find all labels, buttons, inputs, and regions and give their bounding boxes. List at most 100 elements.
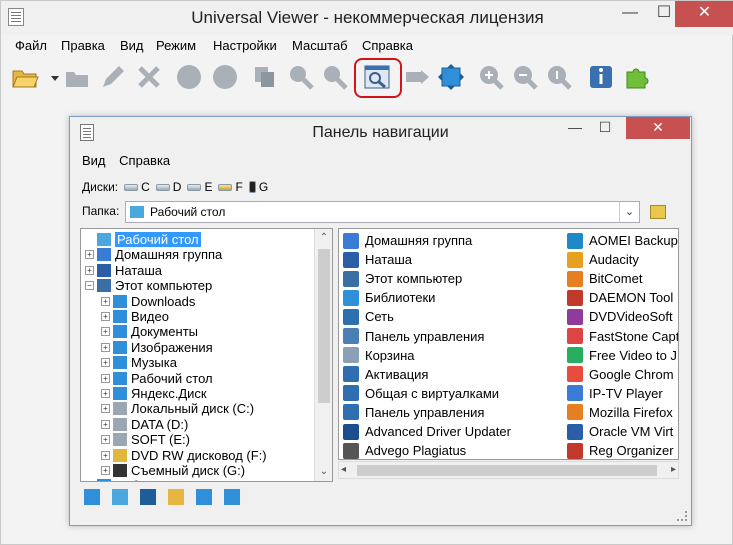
disk-c[interactable]: C: [124, 180, 150, 194]
disk-g[interactable]: G: [248, 180, 268, 194]
expand-toggle-icon[interactable]: −: [85, 281, 94, 291]
file-item[interactable]: BitComet: [567, 269, 642, 288]
menu-file[interactable]: Файл: [15, 38, 47, 53]
tree-item[interactable]: + Съемный диск (G:): [101, 463, 245, 478]
nav-menu-help[interactable]: Справка: [119, 153, 170, 168]
menu-settings[interactable]: Настройки: [213, 38, 277, 53]
disk-d[interactable]: D: [155, 180, 181, 194]
file-item[interactable]: Mozilla Firefox: [567, 403, 673, 422]
chevron-down-icon[interactable]: ⌄: [619, 202, 639, 222]
expand-toggle-icon[interactable]: +: [101, 435, 110, 445]
expand-toggle-icon[interactable]: +: [101, 450, 110, 460]
expand-toggle-icon[interactable]: +: [101, 358, 110, 368]
expand-toggle-icon[interactable]: +: [101, 404, 110, 414]
file-item[interactable]: Reg Organizer: [567, 441, 674, 459]
expand-toggle-icon[interactable]: +: [85, 481, 94, 482]
tree-item[interactable]: + SOFT (E:): [101, 432, 190, 447]
expand-toggle-icon[interactable]: +: [101, 389, 110, 398]
zoom-original-icon[interactable]: [545, 63, 573, 91]
file-item[interactable]: Free Video to J: [567, 346, 677, 365]
expand-toggle-icon[interactable]: +: [85, 250, 94, 260]
folder-open-icon[interactable]: [63, 63, 91, 91]
tree-item[interactable]: + Изображения: [101, 340, 213, 355]
nav-minimize-button[interactable]: —: [560, 117, 590, 139]
fit-window-icon[interactable]: [437, 63, 465, 91]
file-item[interactable]: Активация: [343, 365, 428, 384]
scroll-thumb[interactable]: [318, 249, 330, 403]
expand-toggle-icon[interactable]: +: [101, 312, 110, 321]
file-item[interactable]: Корзина: [343, 346, 415, 365]
edit-icon[interactable]: [99, 63, 127, 91]
file-item[interactable]: FastStone Capt: [567, 327, 678, 346]
zoom-out-icon[interactable]: [511, 63, 539, 91]
close-x-icon[interactable]: [135, 63, 163, 91]
folder-icon[interactable]: [112, 489, 128, 505]
folder-tree[interactable]: Рабочий стол + Домашняя группа + Наташа − Этот…: [80, 228, 333, 482]
navigation-panel-icon[interactable]: [363, 63, 391, 91]
disk-f[interactable]: F: [218, 180, 243, 194]
folder-icon[interactable]: [168, 489, 184, 505]
file-list[interactable]: Домашняя группа Наташа Этот компьютер Библи…: [338, 228, 679, 460]
file-item[interactable]: Advanced Driver Updater: [343, 422, 511, 441]
menu-scale[interactable]: Масштаб: [292, 38, 348, 53]
open-folder-icon[interactable]: [11, 63, 39, 91]
dropdown-arrow-icon[interactable]: [41, 63, 59, 91]
folder-icon[interactable]: [84, 489, 100, 505]
file-item[interactable]: Домашняя группа: [343, 231, 472, 250]
close-button[interactable]: ✕: [675, 1, 733, 27]
file-item[interactable]: IP-TV Player: [567, 384, 663, 403]
file-item[interactable]: Audacity: [567, 250, 639, 269]
folder-up-icon[interactable]: [650, 205, 666, 219]
file-item[interactable]: Google Chrom: [567, 365, 674, 384]
file-item[interactable]: Панель управления: [343, 403, 484, 422]
tree-item[interactable]: + Музыка: [101, 355, 177, 370]
file-list-scrollbar[interactable]: ◂ ▸: [338, 461, 679, 479]
file-item[interactable]: Этот компьютер: [343, 269, 462, 288]
zoom-in-icon[interactable]: [477, 63, 505, 91]
menu-edit[interactable]: Правка: [61, 38, 105, 53]
tree-item[interactable]: + DATA (D:): [101, 417, 188, 432]
file-item[interactable]: Библиотеки: [343, 288, 435, 307]
tree-item[interactable]: + Рабочий стол: [101, 371, 213, 386]
expand-toggle-icon[interactable]: +: [101, 419, 110, 429]
file-item[interactable]: Наташа: [343, 250, 412, 269]
search-next-icon[interactable]: [321, 63, 349, 91]
disk-e[interactable]: E: [187, 180, 212, 194]
tree-item[interactable]: + Документы: [101, 324, 198, 339]
circle-icon[interactable]: [175, 63, 203, 91]
tree-item[interactable]: + Яндекс.Диск: [101, 386, 207, 401]
expand-toggle-icon[interactable]: +: [101, 466, 110, 475]
file-item[interactable]: Advego Plagiatus: [343, 441, 466, 459]
info-icon[interactable]: [587, 63, 615, 91]
tree-item[interactable]: Рабочий стол: [85, 232, 201, 247]
tree-item[interactable]: + Downloads: [101, 294, 195, 309]
copy-icon[interactable]: [251, 63, 279, 91]
expand-toggle-icon[interactable]: +: [101, 342, 110, 352]
file-item[interactable]: Сеть: [343, 307, 394, 326]
scroll-up-icon[interactable]: ⌃: [315, 229, 332, 247]
search-icon[interactable]: [287, 63, 315, 91]
tree-item[interactable]: + Домашняя группа: [85, 247, 222, 262]
file-item[interactable]: AOMEI Backup: [567, 231, 678, 250]
menu-mode[interactable]: Режим: [156, 38, 196, 53]
tree-item[interactable]: + Библиотеки: [85, 478, 185, 482]
plugins-icon[interactable]: [623, 63, 651, 91]
resize-grip[interactable]: [677, 511, 687, 521]
nav-close-button[interactable]: ✕: [626, 117, 690, 139]
scroll-left-icon[interactable]: ◂: [341, 464, 346, 475]
scroll-right-icon[interactable]: ▸: [671, 464, 676, 475]
tree-item[interactable]: − Этот компьютер: [85, 278, 212, 293]
file-item[interactable]: Oracle VM Virt: [567, 422, 673, 441]
file-item[interactable]: DVDVideoSoft: [567, 307, 673, 326]
scroll-thumb[interactable]: [357, 465, 657, 476]
nav-maximize-button[interactable]: ☐: [590, 117, 620, 139]
menu-view[interactable]: Вид: [120, 38, 144, 53]
folder-select[interactable]: Рабочий стол ⌄: [125, 201, 640, 223]
computer-icon[interactable]: [140, 489, 156, 505]
scroll-down-icon[interactable]: ⌄: [315, 463, 332, 481]
menu-help[interactable]: Справка: [362, 38, 413, 53]
tree-item[interactable]: + Локальный диск (C:): [101, 401, 254, 416]
tree-scrollbar[interactable]: ⌃ ⌄: [314, 229, 332, 481]
expand-toggle-icon[interactable]: +: [101, 327, 110, 337]
tree-item[interactable]: + DVD RW дисковод (F:): [101, 448, 267, 463]
